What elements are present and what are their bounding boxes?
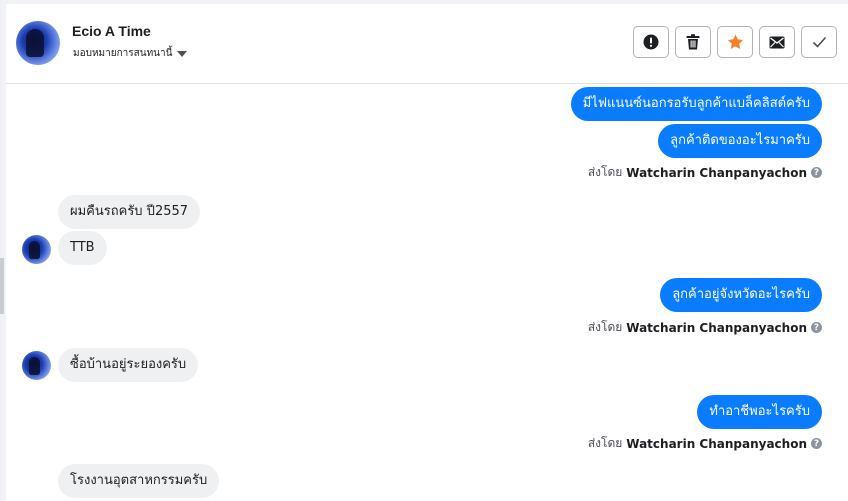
sent-by-agent[interactable]: Watcharin Chanpanyachon <box>626 166 807 180</box>
sent-by-agent[interactable]: Watcharin Chanpanyachon <box>626 321 807 335</box>
outgoing-message: มีไฟแนนซ์นอกรอรับลูกค้าแบล็คลิสต์ครับ <box>570 87 822 121</box>
message-text[interactable]: ทำอาชีพอะไรครับ <box>697 395 822 429</box>
message-text[interactable]: โรงงานอุตสาหกรรมครับ <box>58 464 220 498</box>
delete-button[interactable] <box>675 26 711 58</box>
check-icon <box>812 36 826 48</box>
sent-by-agent[interactable]: Watcharin Chanpanyachon <box>626 437 807 451</box>
caret-down-icon <box>177 50 188 57</box>
incoming-message: TTB <box>58 231 107 265</box>
assign-label: มอบหมายการสนทนานี้ <box>73 48 173 59</box>
sent-by-line: ส่งโดย Watcharin Chanpanyachon ? <box>588 163 822 182</box>
incoming-message: โรงงานอุตสาหกรรมครับ <box>58 464 220 498</box>
scrollbar-thumb[interactable] <box>0 258 4 314</box>
message-text[interactable]: ลูกค้าติดของอะไรมาครับ <box>658 124 822 158</box>
contact-name[interactable]: Ecio A Time <box>72 23 151 39</box>
message-text[interactable]: ซื้อบ้านอยู่ระยองครับ <box>58 348 199 382</box>
sent-by-line: ส่งโดย Watcharin Chanpanyachon ? <box>588 318 822 337</box>
contact-avatar[interactable] <box>16 21 60 65</box>
message-text[interactable]: ลูกค้าอยู่จังหวัดอะไรครับ <box>660 278 822 312</box>
mark-unread-button[interactable] <box>759 26 795 58</box>
incoming-message: ซื้อบ้านอยู่ระยองครับ <box>58 348 199 382</box>
incoming-message: ผมคืนรถครับ ปี2557 <box>58 195 201 229</box>
envelope-icon <box>769 36 785 48</box>
sent-by-line: ส่งโดย Watcharin Chanpanyachon ? <box>588 434 822 453</box>
help-icon[interactable]: ? <box>811 167 822 178</box>
message-text[interactable]: ผมคืนรถครับ ปี2557 <box>58 195 201 229</box>
sent-by-prefix: ส่งโดย <box>587 436 623 450</box>
star-button[interactable] <box>717 26 753 58</box>
mark-done-button[interactable] <box>801 26 837 58</box>
star-icon <box>727 34 743 50</box>
message-text[interactable]: TTB <box>58 231 107 265</box>
outgoing-message: ลูกค้าอยู่จังหวัดอะไรครับ <box>660 278 822 312</box>
help-icon[interactable]: ? <box>811 438 822 449</box>
message-text[interactable]: มีไฟแนนซ์นอกรอรับลูกค้าแบล็คลิสต์ครับ <box>570 87 822 121</box>
outgoing-message: ลูกค้าติดของอะไรมาครับ <box>658 124 822 158</box>
outgoing-message: ทำอาชีพอะไรครับ <box>697 395 822 429</box>
mark-spam-button[interactable] <box>633 26 669 58</box>
sent-by-prefix: ส่งโดย <box>587 165 623 179</box>
help-icon[interactable]: ? <box>811 322 822 333</box>
conversation-actions <box>633 26 837 58</box>
assign-conversation-dropdown[interactable]: มอบหมายการสนทนานี้ <box>73 46 188 61</box>
sent-by-prefix: ส่งโดย <box>587 320 623 334</box>
conversation-header: Ecio A Time มอบหมายการสนทนานี้ <box>6 4 848 84</box>
exclamation-icon <box>643 34 659 50</box>
trash-icon <box>686 34 700 50</box>
contact-avatar[interactable] <box>22 351 51 380</box>
contact-avatar[interactable] <box>22 235 51 264</box>
